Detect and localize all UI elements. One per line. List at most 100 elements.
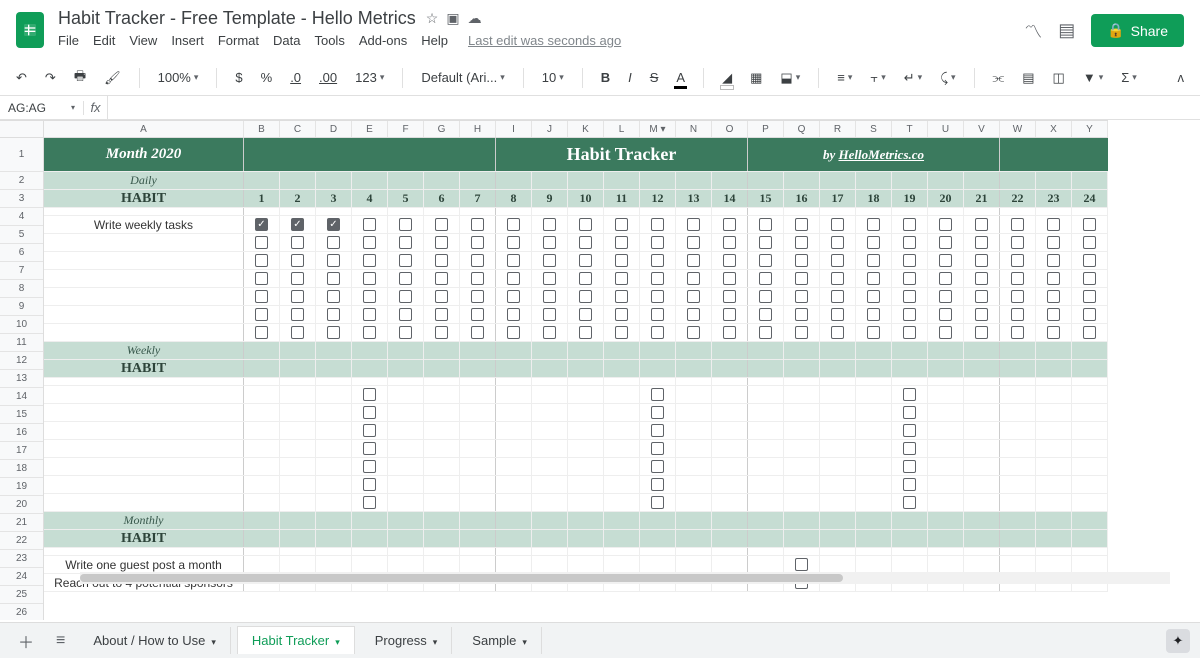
checkbox-cell[interactable]: [964, 234, 1000, 251]
checkbox-icon[interactable]: [255, 236, 268, 249]
checkbox-cell[interactable]: [532, 270, 568, 287]
functions-button[interactable]: Σ: [1117, 68, 1141, 87]
empty-cell[interactable]: [532, 494, 568, 511]
empty-cell[interactable]: [748, 494, 784, 511]
checkbox-icon[interactable]: [435, 218, 448, 231]
empty-cell[interactable]: [964, 404, 1000, 421]
row-header[interactable]: 1: [0, 138, 43, 172]
checkbox-cell[interactable]: [460, 306, 496, 323]
checkbox-cell[interactable]: [424, 270, 460, 287]
row-header[interactable]: 13: [0, 370, 43, 388]
empty-cell[interactable]: [856, 440, 892, 457]
menu-view[interactable]: View: [129, 33, 157, 48]
checkbox-cell[interactable]: [712, 306, 748, 323]
empty-cell[interactable]: [748, 476, 784, 493]
menu-insert[interactable]: Insert: [171, 33, 204, 48]
checkbox-cell[interactable]: [928, 324, 964, 341]
checkbox-icon[interactable]: ✓: [291, 218, 304, 231]
empty-cell[interactable]: [928, 404, 964, 421]
empty-cell[interactable]: [1072, 458, 1108, 475]
empty-cell[interactable]: [568, 386, 604, 403]
empty-cell[interactable]: [676, 458, 712, 475]
column-header[interactable]: M ▾: [640, 121, 676, 137]
checkbox-icon[interactable]: [507, 218, 520, 231]
undo-icon[interactable]: ↶: [12, 68, 31, 88]
checkbox-icon[interactable]: [687, 326, 700, 339]
empty-cell[interactable]: [748, 386, 784, 403]
empty-cell[interactable]: [280, 556, 316, 573]
column-header[interactable]: B: [244, 121, 280, 137]
empty-cell[interactable]: [1036, 556, 1072, 573]
sheet-tab-habit-tracker[interactable]: Habit Tracker: [237, 626, 355, 654]
checkbox-cell[interactable]: [460, 288, 496, 305]
empty-cell[interactable]: [676, 404, 712, 421]
checkbox-icon[interactable]: [399, 254, 412, 267]
empty-cell[interactable]: [532, 422, 568, 439]
checkbox-cell[interactable]: [1000, 252, 1036, 269]
checkbox-cell[interactable]: [1072, 234, 1108, 251]
checkbox-cell[interactable]: [1072, 288, 1108, 305]
checkbox-cell[interactable]: [964, 324, 1000, 341]
checkbox-icon[interactable]: [939, 218, 952, 231]
column-header[interactable]: J: [532, 121, 568, 137]
checkbox-icon[interactable]: [903, 236, 916, 249]
checkbox-cell[interactable]: [352, 252, 388, 269]
empty-cell[interactable]: [604, 422, 640, 439]
column-header[interactable]: L: [604, 121, 640, 137]
empty-cell[interactable]: [964, 422, 1000, 439]
checkbox-cell[interactable]: [676, 270, 712, 287]
checkbox-cell[interactable]: [748, 270, 784, 287]
checkbox-icon[interactable]: [903, 406, 916, 419]
empty-cell[interactable]: [316, 556, 352, 573]
checkbox-icon[interactable]: [975, 308, 988, 321]
empty-cell[interactable]: [676, 556, 712, 573]
checkbox-icon[interactable]: [903, 388, 916, 401]
column-header[interactable]: C: [280, 121, 316, 137]
checkbox-cell[interactable]: [532, 216, 568, 233]
checkbox-icon[interactable]: [1011, 272, 1024, 285]
checkbox-cell[interactable]: [748, 288, 784, 305]
chart-button[interactable]: ◫: [1049, 68, 1069, 88]
checkbox-icon[interactable]: [651, 254, 664, 267]
checkbox-icon[interactable]: [687, 272, 700, 285]
checkbox-icon[interactable]: [363, 442, 376, 455]
menu-edit[interactable]: Edit: [93, 33, 115, 48]
checkbox-cell[interactable]: [316, 252, 352, 269]
checkbox-icon[interactable]: [831, 236, 844, 249]
empty-cell[interactable]: [316, 386, 352, 403]
checkbox-cell[interactable]: [640, 288, 676, 305]
empty-cell[interactable]: [856, 404, 892, 421]
checkbox-cell[interactable]: [352, 494, 388, 511]
column-header[interactable]: Y: [1072, 121, 1108, 137]
column-header[interactable]: H: [460, 121, 496, 137]
checkbox-icon[interactable]: [651, 290, 664, 303]
checkbox-icon[interactable]: [579, 308, 592, 321]
row-header[interactable]: 11: [0, 334, 43, 352]
column-header[interactable]: D: [316, 121, 352, 137]
checkbox-cell[interactable]: [712, 324, 748, 341]
checkbox-icon[interactable]: [615, 254, 628, 267]
checkbox-cell[interactable]: [316, 270, 352, 287]
empty-cell[interactable]: [856, 476, 892, 493]
daily-task-cell[interactable]: [44, 288, 244, 305]
column-header[interactable]: N: [676, 121, 712, 137]
checkbox-cell[interactable]: [316, 288, 352, 305]
checkbox-icon[interactable]: [471, 290, 484, 303]
checkbox-cell[interactable]: [712, 288, 748, 305]
empty-cell[interactable]: [460, 422, 496, 439]
empty-cell[interactable]: [244, 440, 280, 457]
empty-cell[interactable]: [784, 458, 820, 475]
fill-color-button[interactable]: ◢: [718, 68, 736, 88]
row-header[interactable]: 2: [0, 172, 43, 190]
checkbox-cell[interactable]: [388, 252, 424, 269]
formula-input[interactable]: [108, 101, 1200, 115]
checkbox-icon[interactable]: [543, 308, 556, 321]
checkbox-cell[interactable]: [676, 252, 712, 269]
checkbox-cell[interactable]: [820, 288, 856, 305]
empty-cell[interactable]: [928, 386, 964, 403]
checkbox-cell[interactable]: [856, 306, 892, 323]
checkbox-icon[interactable]: [1047, 308, 1060, 321]
checkbox-icon[interactable]: [579, 272, 592, 285]
checkbox-cell[interactable]: [640, 386, 676, 403]
checkbox-cell[interactable]: [244, 252, 280, 269]
